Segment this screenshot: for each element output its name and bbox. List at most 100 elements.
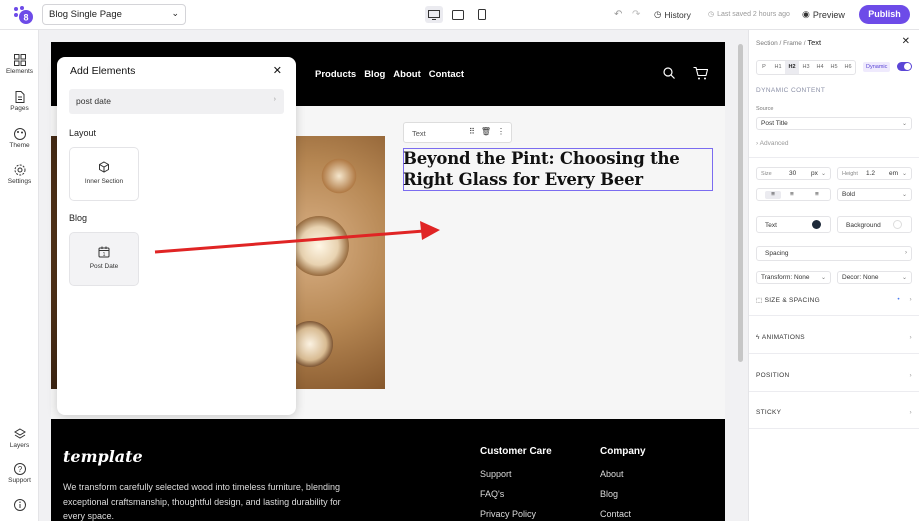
footer-column-company: Company About Blog Contact <box>600 446 646 521</box>
divider <box>749 315 919 316</box>
breadcrumb-item[interactable]: Section <box>756 40 778 47</box>
search-icon[interactable] <box>663 67 675 79</box>
level-h6[interactable]: H6 <box>841 61 855 74</box>
level-p[interactable]: P <box>757 61 771 74</box>
footer-link-contact[interactable]: Contact <box>600 509 646 519</box>
height-label: Height <box>842 171 858 177</box>
drag-handle-icon[interactable]: ⠿ <box>469 127 475 136</box>
left-sidebar: Elements Pages Theme Settings Layers ? S… <box>0 30 39 521</box>
align-left-icon[interactable]: ≡ <box>765 191 781 199</box>
size-spacing-section[interactable]: ⬚ SIZE & SPACING • › <box>756 296 912 304</box>
footer-link-support[interactable]: Support <box>480 469 552 479</box>
canvas-scrollbar[interactable] <box>737 36 744 517</box>
decor-select[interactable]: Decor: None ⌄ <box>837 271 912 284</box>
close-icon[interactable]: ✕ <box>273 64 282 77</box>
source-select[interactable]: Post Title ⌄ <box>756 117 912 130</box>
sticky-section[interactable]: STICKY › <box>756 409 912 416</box>
nav-link-products[interactable]: Products <box>315 69 356 80</box>
dynamic-toggle[interactable] <box>897 62 912 71</box>
animations-section[interactable]: ϟ ANIMATIONS › <box>756 334 912 341</box>
font-weight-value: Bold <box>842 191 856 198</box>
element-search-input[interactable]: post date › <box>69 89 284 114</box>
footer-link-about[interactable]: About <box>600 469 646 479</box>
top-bar: 8 Blog Single Page ⌄ ↶ ↷ ◷ History ◷ Las… <box>0 0 919 30</box>
help-icon: ? <box>13 463 26 475</box>
sidebar-item-theme[interactable]: Theme <box>0 128 39 149</box>
nav-link-blog[interactable]: Blog <box>364 69 385 80</box>
transform-select[interactable]: Transform: None ⌄ <box>756 271 831 284</box>
spacing-row[interactable]: Spacing › <box>756 246 912 261</box>
group-title-layout: Layout <box>69 128 97 138</box>
mobile-view-button[interactable] <box>473 6 491 23</box>
clear-search-icon[interactable]: › <box>274 96 276 103</box>
level-h5[interactable]: H5 <box>827 61 841 74</box>
cart-icon[interactable] <box>693 67 708 80</box>
device-switcher <box>425 6 491 23</box>
scroll-thumb[interactable] <box>738 44 743 362</box>
svg-text:?: ? <box>17 465 22 474</box>
text-color-label: Text <box>765 222 777 229</box>
close-icon[interactable]: ✕ <box>902 36 910 47</box>
preview-button[interactable]: ◉ Preview <box>802 9 845 20</box>
sidebar-item-support[interactable]: ? Support <box>0 463 39 484</box>
document-icon <box>15 91 24 103</box>
more-icon[interactable]: ⋮ <box>497 127 505 136</box>
eye-icon: ◉ <box>802 9 810 19</box>
svg-text:1: 1 <box>103 252 106 258</box>
size-unit: px <box>811 170 818 177</box>
font-weight-select[interactable]: Bold ⌄ <box>837 188 912 201</box>
size-field[interactable]: Size 30 px ⌄ <box>756 167 831 180</box>
text-color-picker[interactable]: Text <box>756 216 831 233</box>
position-section[interactable]: POSITION › <box>756 372 912 379</box>
breadcrumb-item[interactable]: Frame <box>783 40 802 47</box>
size-label: Size <box>761 171 772 177</box>
level-h1[interactable]: H1 <box>771 61 785 74</box>
sidebar-item-label: Settings <box>7 178 32 185</box>
footer-link-blog[interactable]: Blog <box>600 489 646 499</box>
element-card-label: Inner Section <box>84 178 124 185</box>
info-button[interactable] <box>0 499 39 513</box>
mobile-icon <box>478 9 486 20</box>
resize-icon: ⬚ <box>756 297 763 304</box>
align-right-icon[interactable]: ≡ <box>815 191 819 198</box>
publish-button[interactable]: Publish <box>859 5 910 24</box>
app-logo-icon[interactable]: 8 <box>12 5 34 25</box>
advanced-label: Advanced <box>759 140 789 147</box>
line-height-field[interactable]: Height 1.2 em ⌄ <box>837 167 912 180</box>
background-color-picker[interactable]: Background <box>837 216 912 233</box>
grid-icon <box>13 54 26 66</box>
sidebar-item-elements[interactable]: Elements <box>0 54 39 75</box>
level-h2[interactable]: H2 <box>785 61 799 74</box>
element-card-post-date[interactable]: 1 Post Date <box>69 232 139 286</box>
delete-icon[interactable]: 🗑 <box>481 127 491 136</box>
element-card-inner-section[interactable]: Inner Section <box>69 147 139 201</box>
sidebar-item-settings[interactable]: Settings <box>0 164 39 185</box>
nav-link-about[interactable]: About <box>393 69 420 80</box>
glass-shape <box>319 156 359 196</box>
advanced-toggle[interactable]: › Advanced <box>756 140 789 147</box>
chevron-right-icon: › <box>905 250 907 256</box>
lightning-icon: ϟ <box>756 334 760 341</box>
sidebar-item-layers[interactable]: Layers <box>0 428 39 449</box>
nav-link-contact[interactable]: Contact <box>429 69 464 80</box>
site-nav: Products Blog About Contact <box>315 69 464 80</box>
undo-icon[interactable]: ↶ <box>614 9 622 20</box>
align-center-icon[interactable]: ≡ <box>790 191 794 198</box>
layers-icon <box>13 428 26 439</box>
tablet-view-button[interactable] <box>449 6 467 23</box>
desktop-view-button[interactable] <box>425 6 443 23</box>
level-h3[interactable]: H3 <box>799 61 813 74</box>
dynamic-badge: Dynamic <box>863 62 891 72</box>
page-select[interactable]: Blog Single Page ⌄ <box>42 4 186 25</box>
height-value: 1.2 <box>866 170 876 177</box>
footer-logo[interactable]: template <box>63 447 143 466</box>
redo-icon[interactable]: ↷ <box>632 9 640 20</box>
history-button[interactable]: ◷ History <box>654 9 691 20</box>
level-h4[interactable]: H4 <box>813 61 827 74</box>
sidebar-item-pages[interactable]: Pages <box>0 91 39 112</box>
sidebar-item-label: Theme <box>9 142 30 149</box>
footer-link-faqs[interactable]: FAQ's <box>480 489 552 499</box>
footer-link-privacy[interactable]: Privacy Policy <box>480 509 552 519</box>
post-title[interactable]: Beyond the Pint: Choosing the Right Glas… <box>403 148 713 190</box>
dynamic-content-heading: DYNAMIC CONTENT <box>756 87 826 94</box>
